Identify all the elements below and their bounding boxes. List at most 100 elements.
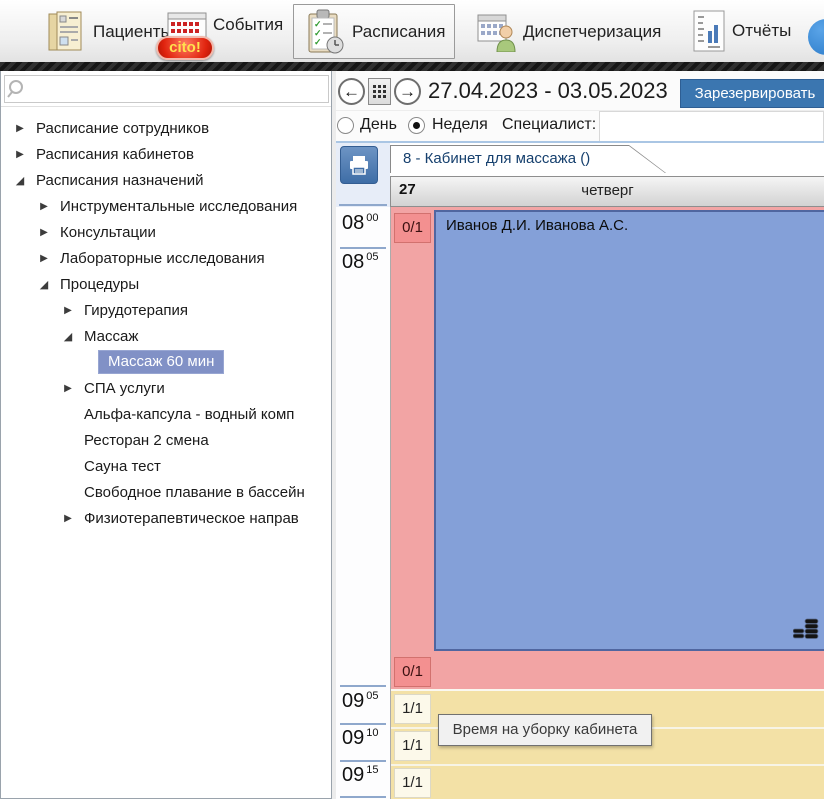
time-divider bbox=[340, 247, 386, 249]
schedule-tree: ▶Расписание сотрудников ▶Расписания каби… bbox=[1, 107, 332, 798]
calendar-corner bbox=[336, 143, 390, 207]
day-view-label: День bbox=[360, 116, 397, 134]
slot-divider bbox=[391, 689, 824, 691]
calendar-grid-icon bbox=[373, 85, 386, 98]
app-window: Пациенты События cito! bbox=[0, 0, 824, 799]
collapse-arrow-icon[interactable]: ▶ bbox=[13, 123, 27, 134]
toolbar-label-events: События bbox=[213, 15, 283, 35]
time-divider bbox=[340, 723, 386, 725]
appointment-event[interactable]: Иванов Д.И. Иванова А.С. bbox=[434, 210, 824, 651]
search-icon bbox=[5, 78, 29, 100]
appointment-title: Иванов Д.И. Иванова А.С. bbox=[436, 212, 824, 234]
schedule-tree-panel: ▶Расписание сотрудников ▶Расписания каби… bbox=[0, 71, 332, 799]
time-label: 0910 bbox=[342, 727, 390, 757]
reports-icon bbox=[692, 9, 726, 53]
date-navigation: ← → 27.04.2023 - 03.05.2023 Зарезервиров… bbox=[336, 71, 824, 111]
events-icon bbox=[167, 12, 207, 38]
specialist-input[interactable] bbox=[599, 111, 824, 141]
day-view-radio[interactable] bbox=[337, 117, 354, 134]
time-divider bbox=[340, 760, 386, 762]
collapse-arrow-icon[interactable]: ▶ bbox=[61, 305, 75, 316]
cito-badge[interactable]: cito! bbox=[156, 36, 214, 60]
week-view-radio[interactable] bbox=[408, 117, 425, 134]
week-view-label: Неделя bbox=[432, 116, 488, 134]
date-range-label: 27.04.2023 - 03.05.2023 bbox=[428, 78, 668, 104]
tree-item-instrumental-studies[interactable]: ▶Инструментальные исследования bbox=[1, 193, 332, 219]
tree-item-hirudotherapy[interactable]: ▶Гирудотерапия bbox=[1, 297, 332, 323]
collapse-arrow-icon[interactable]: ▶ bbox=[61, 513, 75, 524]
cleanup-tooltip: Время на уборку кабинета bbox=[438, 714, 652, 746]
dispatch-icon bbox=[477, 12, 517, 52]
specialist-label: Специалист: bbox=[502, 116, 596, 134]
tree-item-physiotherapy[interactable]: ▶Физиотерапевтическое направ bbox=[1, 505, 332, 531]
divider bbox=[339, 204, 387, 206]
slot-divider bbox=[391, 764, 824, 766]
tree-item-consultations[interactable]: ▶Консультации bbox=[1, 219, 332, 245]
time-divider bbox=[340, 796, 386, 798]
tree-item-sauna-test[interactable]: Сауна тест bbox=[1, 453, 332, 479]
schedule-view: ← → 27.04.2023 - 03.05.2023 Зарезервиров… bbox=[336, 71, 824, 799]
horizontal-splitter[interactable] bbox=[0, 62, 824, 71]
selected-tree-item[interactable]: Массаж 60 мин bbox=[98, 350, 224, 374]
tree-search-input[interactable] bbox=[29, 78, 328, 100]
collapse-arrow-icon[interactable]: ▶ bbox=[61, 383, 75, 394]
time-divider bbox=[340, 685, 386, 687]
tree-item-room-schedules[interactable]: ▶Расписания кабинетов bbox=[1, 141, 332, 167]
day-column[interactable]: 0/1 0/1 1/1 1/1 1/1 Иванов Д.И. Иванова … bbox=[390, 207, 824, 799]
tree-item-massage[interactable]: ◢Массаж bbox=[1, 323, 332, 349]
toolbar-item-schedules[interactable]: ✓ ✓ ✓ Расписания bbox=[293, 4, 455, 59]
tree-item-free-swimming[interactable]: Свободное плавание в бассейн bbox=[1, 479, 332, 505]
time-label: 0805 bbox=[342, 251, 390, 281]
expand-arrow-icon[interactable]: ◢ bbox=[37, 278, 51, 291]
reserve-button[interactable]: Зарезервировать bbox=[680, 79, 824, 108]
toolbar-item-dispatch[interactable]: Диспетчеризация bbox=[477, 12, 661, 52]
paid-coins-icon bbox=[793, 616, 820, 643]
collapse-arrow-icon[interactable]: ▶ bbox=[37, 201, 51, 212]
time-label: 0800 bbox=[342, 212, 390, 242]
capacity-badge: 1/1 bbox=[394, 731, 431, 761]
tree-item-lab-studies[interactable]: ▶Лабораторные исследования bbox=[1, 245, 332, 271]
tree-search[interactable] bbox=[4, 75, 329, 103]
collapse-arrow-icon[interactable]: ▶ bbox=[37, 227, 51, 238]
expand-arrow-icon[interactable]: ◢ bbox=[13, 174, 27, 187]
main-toolbar: Пациенты События cito! bbox=[0, 0, 824, 62]
toolbar-label-schedules: Расписания bbox=[352, 22, 445, 42]
time-gutter: 0800 0805 0905 0910 0915 bbox=[336, 207, 390, 799]
tree-item-spa-services[interactable]: ▶СПА услуги bbox=[1, 375, 332, 401]
tree-item-alpha-capsule[interactable]: Альфа-капсула - водный комп bbox=[1, 401, 332, 427]
capacity-badge: 0/1 bbox=[394, 657, 431, 687]
tree-item-procedures[interactable]: ◢Процедуры bbox=[1, 271, 332, 297]
collapse-arrow-icon[interactable]: ▶ bbox=[37, 253, 51, 264]
tree-item-appointment-schedules[interactable]: ◢Расписания назначений bbox=[1, 167, 332, 193]
blue-circle-icon[interactable] bbox=[808, 19, 824, 55]
printer-icon bbox=[348, 155, 370, 175]
toolbar-item-patients[interactable]: Пациенты bbox=[45, 10, 173, 54]
day-name: четверг bbox=[391, 182, 824, 199]
schedules-icon: ✓ ✓ ✓ bbox=[304, 9, 346, 55]
print-button[interactable] bbox=[340, 146, 378, 184]
room-tab[interactable]: 8 - Кабинет для массажа () bbox=[390, 145, 666, 173]
time-label: 0905 bbox=[342, 690, 390, 720]
expand-arrow-icon[interactable]: ◢ bbox=[61, 330, 75, 343]
capacity-badge: 1/1 bbox=[394, 694, 431, 724]
time-label: 0915 bbox=[342, 764, 390, 794]
tree-item-staff-schedule[interactable]: ▶Расписание сотрудников bbox=[1, 115, 332, 141]
toolbar-label-dispatch: Диспетчеризация bbox=[523, 22, 661, 42]
capacity-badge: 0/1 bbox=[394, 213, 431, 243]
prev-week-button[interactable]: ← bbox=[338, 78, 365, 105]
toolbar-item-events[interactable]: События bbox=[167, 12, 283, 38]
collapse-arrow-icon[interactable]: ▶ bbox=[13, 149, 27, 160]
tree-item-restaurant[interactable]: Ресторан 2 смена bbox=[1, 427, 332, 453]
calendar-picker-button[interactable] bbox=[368, 78, 391, 105]
week-calendar: 8 - Кабинет для массажа () 27 четверг 08… bbox=[336, 143, 824, 799]
capacity-badge: 1/1 bbox=[394, 768, 431, 798]
toolbar-label-reports: Отчёты bbox=[732, 21, 791, 41]
view-filter-row: День Неделя Специалист: bbox=[336, 111, 824, 143]
room-tab-label: 8 - Кабинет для массажа () bbox=[391, 146, 665, 173]
patients-icon bbox=[45, 10, 87, 54]
next-week-button[interactable]: → bbox=[394, 78, 421, 105]
svg-text:✓: ✓ bbox=[314, 37, 322, 47]
day-header[interactable]: 27 четверг bbox=[390, 176, 824, 207]
tree-item-massage-60-selected[interactable]: Массаж 60 мин bbox=[1, 349, 332, 375]
toolbar-item-reports[interactable]: Отчёты bbox=[692, 9, 791, 53]
